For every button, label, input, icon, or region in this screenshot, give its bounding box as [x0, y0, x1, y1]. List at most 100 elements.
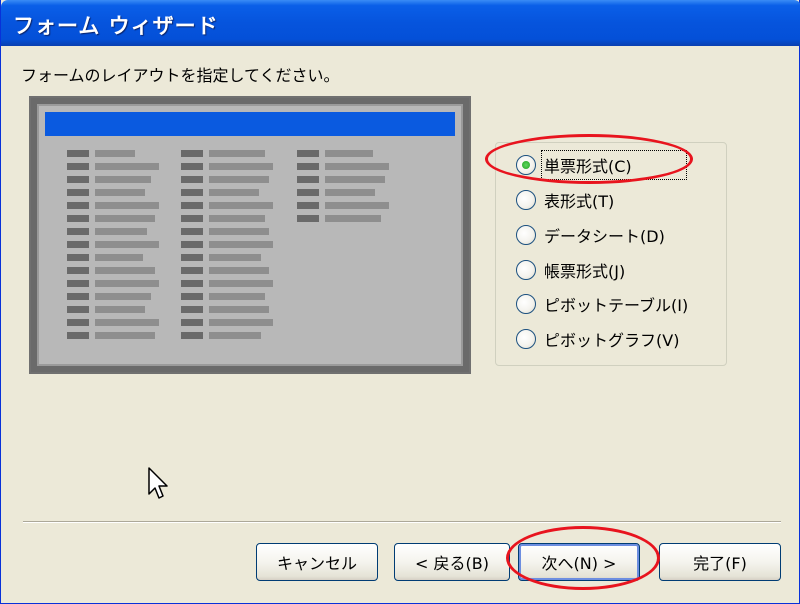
option-label: ピボットテーブル(I): [544, 296, 689, 315]
preview-field-label: [67, 176, 89, 183]
preview-field-label: [67, 332, 89, 339]
preview-field-label: [181, 332, 203, 339]
preview-field-label: [67, 163, 89, 170]
preview-field-label: [67, 228, 89, 235]
preview-field-value: [95, 202, 159, 209]
preview-field-label: [181, 293, 203, 300]
preview-field-value: [95, 241, 159, 248]
preview-field-label: [297, 176, 319, 183]
preview-field-label: [181, 228, 203, 235]
instruction-text: フォームのレイアウトを指定してください。: [21, 66, 340, 85]
preview-field-label: [297, 189, 319, 196]
preview-field-label: [181, 306, 203, 313]
radio-button-icon[interactable]: [516, 260, 536, 280]
option-label: データシート(D): [544, 227, 665, 246]
preview-field-label: [181, 202, 203, 209]
back-button[interactable]: < 戻る(B): [394, 543, 510, 581]
preview-field-value: [95, 332, 155, 339]
option-single-form[interactable]: 単票形式(C): [516, 150, 687, 180]
preview-field-label: [181, 189, 203, 196]
preview-field-value: [95, 228, 147, 235]
next-button[interactable]: 次へ(N) >: [518, 543, 640, 581]
preview-field-value: [95, 280, 159, 287]
preview-field-value: [325, 176, 385, 183]
preview-field-value: [209, 189, 259, 196]
option-datasheet[interactable]: データシート(D): [516, 223, 665, 247]
preview-field-value: [95, 267, 155, 274]
radio-button-icon[interactable]: [516, 225, 536, 245]
layout-preview: [29, 96, 471, 374]
form-wizard-window: フォーム ウィザード フォームのレイアウトを指定してください。 単票形式(C) …: [0, 0, 800, 604]
preview-field-value: [95, 319, 159, 326]
preview-field-label: [67, 306, 89, 313]
preview-field-label: [181, 163, 203, 170]
radio-button-icon[interactable]: [516, 155, 536, 175]
radio-button-icon[interactable]: [516, 329, 536, 349]
preview-field-value: [209, 293, 265, 300]
preview-field-value: [95, 150, 135, 157]
preview-field-value: [209, 215, 265, 222]
preview-field-label: [181, 215, 203, 222]
option-label: 帳票形式(J): [544, 262, 626, 281]
preview-field-label: [67, 254, 89, 261]
preview-field-value: [209, 150, 265, 157]
title-bar[interactable]: フォーム ウィザード: [1, 0, 800, 46]
preview-field-value: [95, 215, 155, 222]
preview-field-label: [181, 254, 203, 261]
preview-field-value: [95, 254, 143, 261]
preview-field-value: [209, 202, 273, 209]
preview-field-label: [67, 202, 89, 209]
preview-field-label: [181, 267, 203, 274]
preview-field-value: [325, 150, 373, 157]
option-pivot-table[interactable]: ピボットテーブル(I): [516, 292, 688, 316]
window-title: フォーム ウィザード: [13, 14, 219, 38]
preview-field-value: [325, 215, 381, 222]
preview-field-value: [209, 254, 261, 261]
preview-field-value: [209, 280, 273, 287]
radio-button-icon[interactable]: [516, 190, 536, 210]
preview-field-label: [297, 215, 319, 222]
preview-field-label: [181, 241, 203, 248]
preview-field-value: [209, 228, 269, 235]
preview-field-value: [325, 202, 389, 209]
preview-field-label: [297, 202, 319, 209]
preview-field-value: [209, 241, 273, 248]
option-pivot-chart[interactable]: ピボットグラフ(V): [516, 327, 679, 351]
layout-option-group: 単票形式(C) 表形式(T) データシート(D) 帳票形式(J) ピボットテーブ…: [495, 142, 727, 366]
preview-field-value: [209, 332, 261, 339]
option-tabular[interactable]: 表形式(T): [516, 188, 614, 212]
option-label: 単票形式(C): [541, 150, 687, 180]
preview-field-label: [67, 280, 89, 287]
preview-field-value: [95, 306, 145, 313]
preview-field-value: [209, 267, 269, 274]
preview-field-value: [95, 189, 145, 196]
preview-field-value: [95, 293, 151, 300]
preview-field-value: [209, 306, 269, 313]
preview-field-label: [67, 293, 89, 300]
preview-field-label: [181, 150, 203, 157]
preview-field-label: [67, 241, 89, 248]
preview-field-label: [181, 176, 203, 183]
preview-field-value: [209, 163, 273, 170]
preview-field-value: [95, 163, 159, 170]
radio-button-icon[interactable]: [516, 294, 536, 314]
preview-field-label: [67, 319, 89, 326]
preview-field-value: [95, 176, 151, 183]
preview-field-label: [67, 189, 89, 196]
cancel-button[interactable]: キャンセル: [256, 543, 378, 581]
preview-header-bar: [45, 112, 455, 136]
option-label: 表形式(T): [544, 192, 615, 211]
option-label: ピボットグラフ(V): [544, 331, 680, 350]
preview-field-value: [209, 176, 269, 183]
mouse-pointer-icon: [148, 467, 168, 499]
finish-button[interactable]: 完了(F): [659, 543, 781, 581]
option-justified[interactable]: 帳票形式(J): [516, 258, 625, 282]
preview-field-label: [297, 163, 319, 170]
preview-field-label: [67, 267, 89, 274]
preview-field-label: [67, 150, 89, 157]
preview-field-value: [325, 163, 389, 170]
preview-field-label: [181, 319, 203, 326]
button-separator: [23, 521, 781, 523]
preview-field-label: [181, 280, 203, 287]
preview-field-value: [209, 319, 273, 326]
